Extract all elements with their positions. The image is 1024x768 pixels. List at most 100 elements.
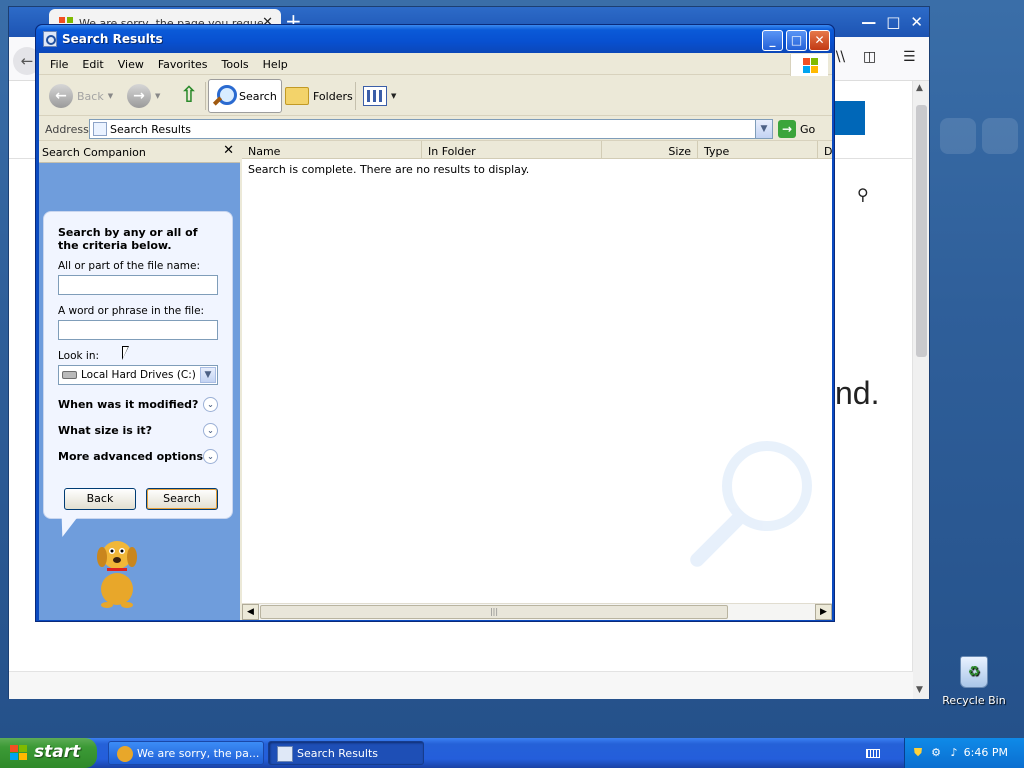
toolbar-separator <box>355 82 356 110</box>
address-dropdown-icon[interactable]: ▼ <box>755 120 772 138</box>
sidebar-icon[interactable]: ◫ <box>863 49 876 65</box>
browser-maximize-icon[interactable]: □ <box>886 13 900 31</box>
back-label: Back <box>77 89 104 103</box>
column-name[interactable]: Name <box>242 141 422 159</box>
menu-view[interactable]: View <box>111 53 151 74</box>
forward-button[interactable]: → ▼ <box>123 79 164 113</box>
windows-flag-icon <box>790 54 828 76</box>
back-button[interactable]: ← Back ▼ <box>45 79 117 113</box>
scroll-down-icon[interactable]: ▼ <box>916 685 923 695</box>
taskbar-item-label: Search Results <box>297 747 379 760</box>
back-dropdown-icon[interactable]: ▼ <box>108 92 113 100</box>
column-date[interactable]: D <box>818 141 832 159</box>
forward-arrow-icon: → <box>127 84 151 108</box>
column-header-row: Name In Folder Size Type D <box>242 141 832 159</box>
close-button[interactable]: ✕ <box>809 30 830 51</box>
folders-label: Folders <box>313 89 353 103</box>
lookin-dropdown-icon[interactable]: ▼ <box>200 367 216 383</box>
menu-tools[interactable]: Tools <box>215 53 256 74</box>
keyboard-icon[interactable] <box>866 749 880 758</box>
security-shield-icon[interactable]: ⛊ <box>911 746 925 760</box>
companion-back-button[interactable]: Back <box>64 488 136 510</box>
page-search-icon[interactable]: ⚲ <box>857 185 869 204</box>
when-modified-option[interactable]: When was it modified? ⌄ <box>58 391 218 417</box>
views-button[interactable]: ▼ <box>359 79 400 113</box>
browser-scrollbar[interactable]: ▲ ▼ <box>912 81 929 699</box>
toolbar: ← Back ▼ → ▼ ⇧ Search Folders ▼ <box>39 76 832 116</box>
browser-window-controls: — □ ✕ <box>861 13 923 31</box>
window-titlebar[interactable]: Search Results _ □ ✕ <box>36 25 834 53</box>
window-body: File Edit View Favorites Tools Help ← Ba… <box>39 53 832 620</box>
taskbar: start We are sorry, the pa... Search Res… <box>0 738 1024 768</box>
taskbar-item-browser[interactable]: We are sorry, the pa... <box>108 741 264 765</box>
menubar: File Edit View Favorites Tools Help <box>39 53 832 76</box>
size-option[interactable]: What size is it? ⌄ <box>58 417 218 443</box>
menu-icon[interactable]: ☰ <box>903 49 916 65</box>
taskbar-item-search-results[interactable]: Search Results <box>268 741 424 765</box>
size-label: What size is it? <box>58 424 153 437</box>
menu-edit[interactable]: Edit <box>75 53 110 74</box>
rover-dog-icon[interactable] <box>87 533 147 609</box>
start-label: start <box>34 742 81 762</box>
browser-close-icon[interactable]: ✕ <box>910 13 923 31</box>
column-type[interactable]: Type <box>698 141 818 159</box>
up-folder-icon: ⇧ <box>179 83 199 108</box>
hscroll-thumb[interactable]: ||| <box>260 605 728 619</box>
go-label: Go <box>800 122 816 136</box>
go-button[interactable]: → Go <box>778 120 815 138</box>
minimize-button[interactable]: _ <box>762 30 783 51</box>
browser-scroll-thumb[interactable] <box>916 105 927 357</box>
advanced-options[interactable]: More advanced options ⌄ <box>58 443 218 469</box>
recycle-bin[interactable]: ♻ Recycle Bin <box>936 656 1012 707</box>
start-button[interactable]: start <box>0 738 97 768</box>
menu-help[interactable]: Help <box>256 53 295 74</box>
menu-favorites[interactable]: Favorites <box>151 53 215 74</box>
scroll-left-icon[interactable]: ◀ <box>242 604 259 620</box>
search-criteria-panel: Search by any or all of the criteria bel… <box>43 211 233 519</box>
folders-button[interactable]: Folders <box>281 79 357 113</box>
column-size[interactable]: Size <box>602 141 698 159</box>
search-toolbar-button[interactable]: Search <box>208 79 282 113</box>
maximize-button[interactable]: □ <box>786 30 807 51</box>
search-results-icon <box>93 122 107 136</box>
scroll-right-icon[interactable]: ▶ <box>815 604 832 620</box>
back-arrow-icon: ← <box>49 84 73 108</box>
magnifier-watermark-icon <box>682 441 812 591</box>
results-hscrollbar[interactable]: ◀ ||| ▶ <box>242 603 832 620</box>
companion-close-icon[interactable]: ✕ <box>223 143 234 158</box>
advanced-label: More advanced options <box>58 450 204 463</box>
mouse-cursor-icon <box>122 346 129 360</box>
up-folder-button[interactable]: ⇧ <box>173 79 205 113</box>
folder-icon <box>285 87 309 105</box>
go-arrow-icon: → <box>778 120 796 138</box>
forward-dropdown-icon[interactable]: ▼ <box>155 92 160 100</box>
lookin-label: Look in: <box>58 350 100 362</box>
recycle-bin-label: Recycle Bin <box>942 694 1006 707</box>
when-modified-label: When was it modified? <box>58 398 199 411</box>
browser-app-icon <box>117 746 133 762</box>
companion-buttons: Back Search <box>64 488 218 510</box>
desktop-decoration <box>982 118 1018 154</box>
chevron-down-icon[interactable]: ⌄ <box>203 423 218 438</box>
address-bar: Address Search Results ▼ → Go <box>39 117 832 141</box>
chevron-down-icon[interactable]: ⌄ <box>203 397 218 412</box>
companion-search-button[interactable]: Search <box>146 488 218 510</box>
menu-file[interactable]: File <box>43 53 75 74</box>
results-status: Search is complete. There are no results… <box>248 163 530 176</box>
companion-header: Search Companion ✕ <box>39 141 240 163</box>
address-input[interactable]: Search Results ▼ <box>89 119 773 139</box>
filename-input[interactable] <box>58 275 218 295</box>
lookin-select[interactable]: Local Hard Drives (C:) ▼ <box>58 365 218 385</box>
volume-icon[interactable]: ♪ <box>947 746 961 760</box>
page-heading-fragment: nd. <box>835 375 880 411</box>
phrase-input[interactable] <box>58 320 218 340</box>
browser-minimize-icon[interactable]: — <box>861 13 876 31</box>
chevron-down-icon[interactable]: ⌄ <box>203 449 218 464</box>
phrase-label: A word or phrase in the file: <box>58 305 205 317</box>
toolbar-separator <box>205 82 206 110</box>
address-value: Search Results <box>110 123 192 136</box>
network-icon[interactable]: ⚙ <box>929 746 943 760</box>
scroll-up-icon[interactable]: ▲ <box>916 83 923 93</box>
desktop-decoration <box>940 118 976 154</box>
column-in-folder[interactable]: In Folder <box>422 141 602 159</box>
